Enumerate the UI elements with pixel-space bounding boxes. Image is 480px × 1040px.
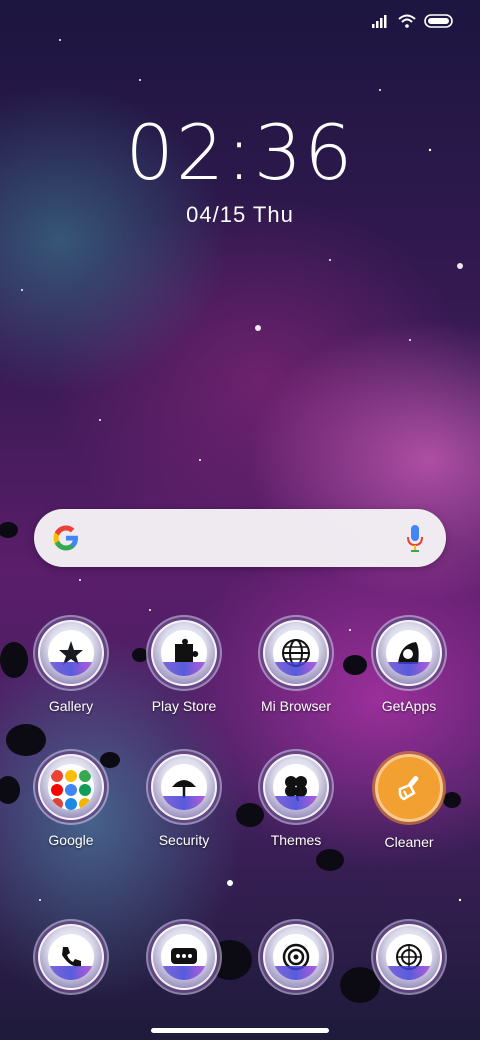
camera-icon bbox=[263, 924, 329, 990]
app-getapps[interactable]: GetApps bbox=[353, 620, 465, 714]
cleaner-brush-icon bbox=[375, 754, 443, 822]
google-search-bar[interactable] bbox=[34, 509, 446, 567]
dock-phone[interactable] bbox=[15, 924, 127, 990]
app-label: Play Store bbox=[151, 698, 217, 714]
app-label: Google bbox=[48, 832, 94, 848]
app-gallery[interactable]: Gallery bbox=[15, 620, 127, 714]
settings-icon bbox=[376, 924, 442, 990]
lock-clock-time[interactable]: 02:36 bbox=[0, 108, 480, 197]
app-security[interactable]: Security bbox=[128, 754, 240, 848]
play-store-icon bbox=[151, 620, 217, 686]
app-label: GetApps bbox=[381, 698, 437, 714]
phone-icon bbox=[38, 924, 104, 990]
app-label: Gallery bbox=[48, 698, 94, 714]
getapps-icon bbox=[376, 620, 442, 686]
page-indicator[interactable] bbox=[227, 880, 233, 886]
app-label: Mi Browser bbox=[260, 698, 331, 714]
wifi-icon bbox=[398, 14, 416, 28]
app-label: Cleaner bbox=[384, 834, 434, 850]
mic-icon[interactable] bbox=[406, 524, 424, 554]
gallery-icon bbox=[38, 620, 104, 686]
app-themes[interactable]: Themes bbox=[240, 754, 352, 848]
app-label: Themes bbox=[270, 832, 322, 848]
app-mi-browser[interactable]: Mi Browser bbox=[240, 620, 352, 714]
dock-messages[interactable] bbox=[128, 924, 240, 990]
dock-settings[interactable] bbox=[353, 924, 465, 990]
themes-clover-icon bbox=[263, 754, 329, 820]
battery-icon bbox=[424, 14, 453, 28]
app-label: Security bbox=[158, 832, 210, 848]
signal-bars-icon bbox=[372, 15, 387, 28]
app-play-store[interactable]: Play Store bbox=[128, 620, 240, 714]
app-folder-google[interactable]: Google bbox=[15, 754, 127, 848]
messages-icon bbox=[151, 924, 217, 990]
google-folder-icon bbox=[38, 754, 104, 820]
status-bar bbox=[372, 10, 454, 32]
security-umbrella-icon bbox=[151, 754, 217, 820]
home-indicator-bar[interactable] bbox=[151, 1028, 329, 1033]
google-g-icon bbox=[53, 525, 78, 551]
browser-globe-icon bbox=[263, 620, 329, 686]
dock-camera[interactable] bbox=[240, 924, 352, 990]
app-cleaner[interactable]: Cleaner bbox=[353, 754, 465, 850]
lock-clock-date: 04/15 Thu bbox=[186, 202, 294, 227]
